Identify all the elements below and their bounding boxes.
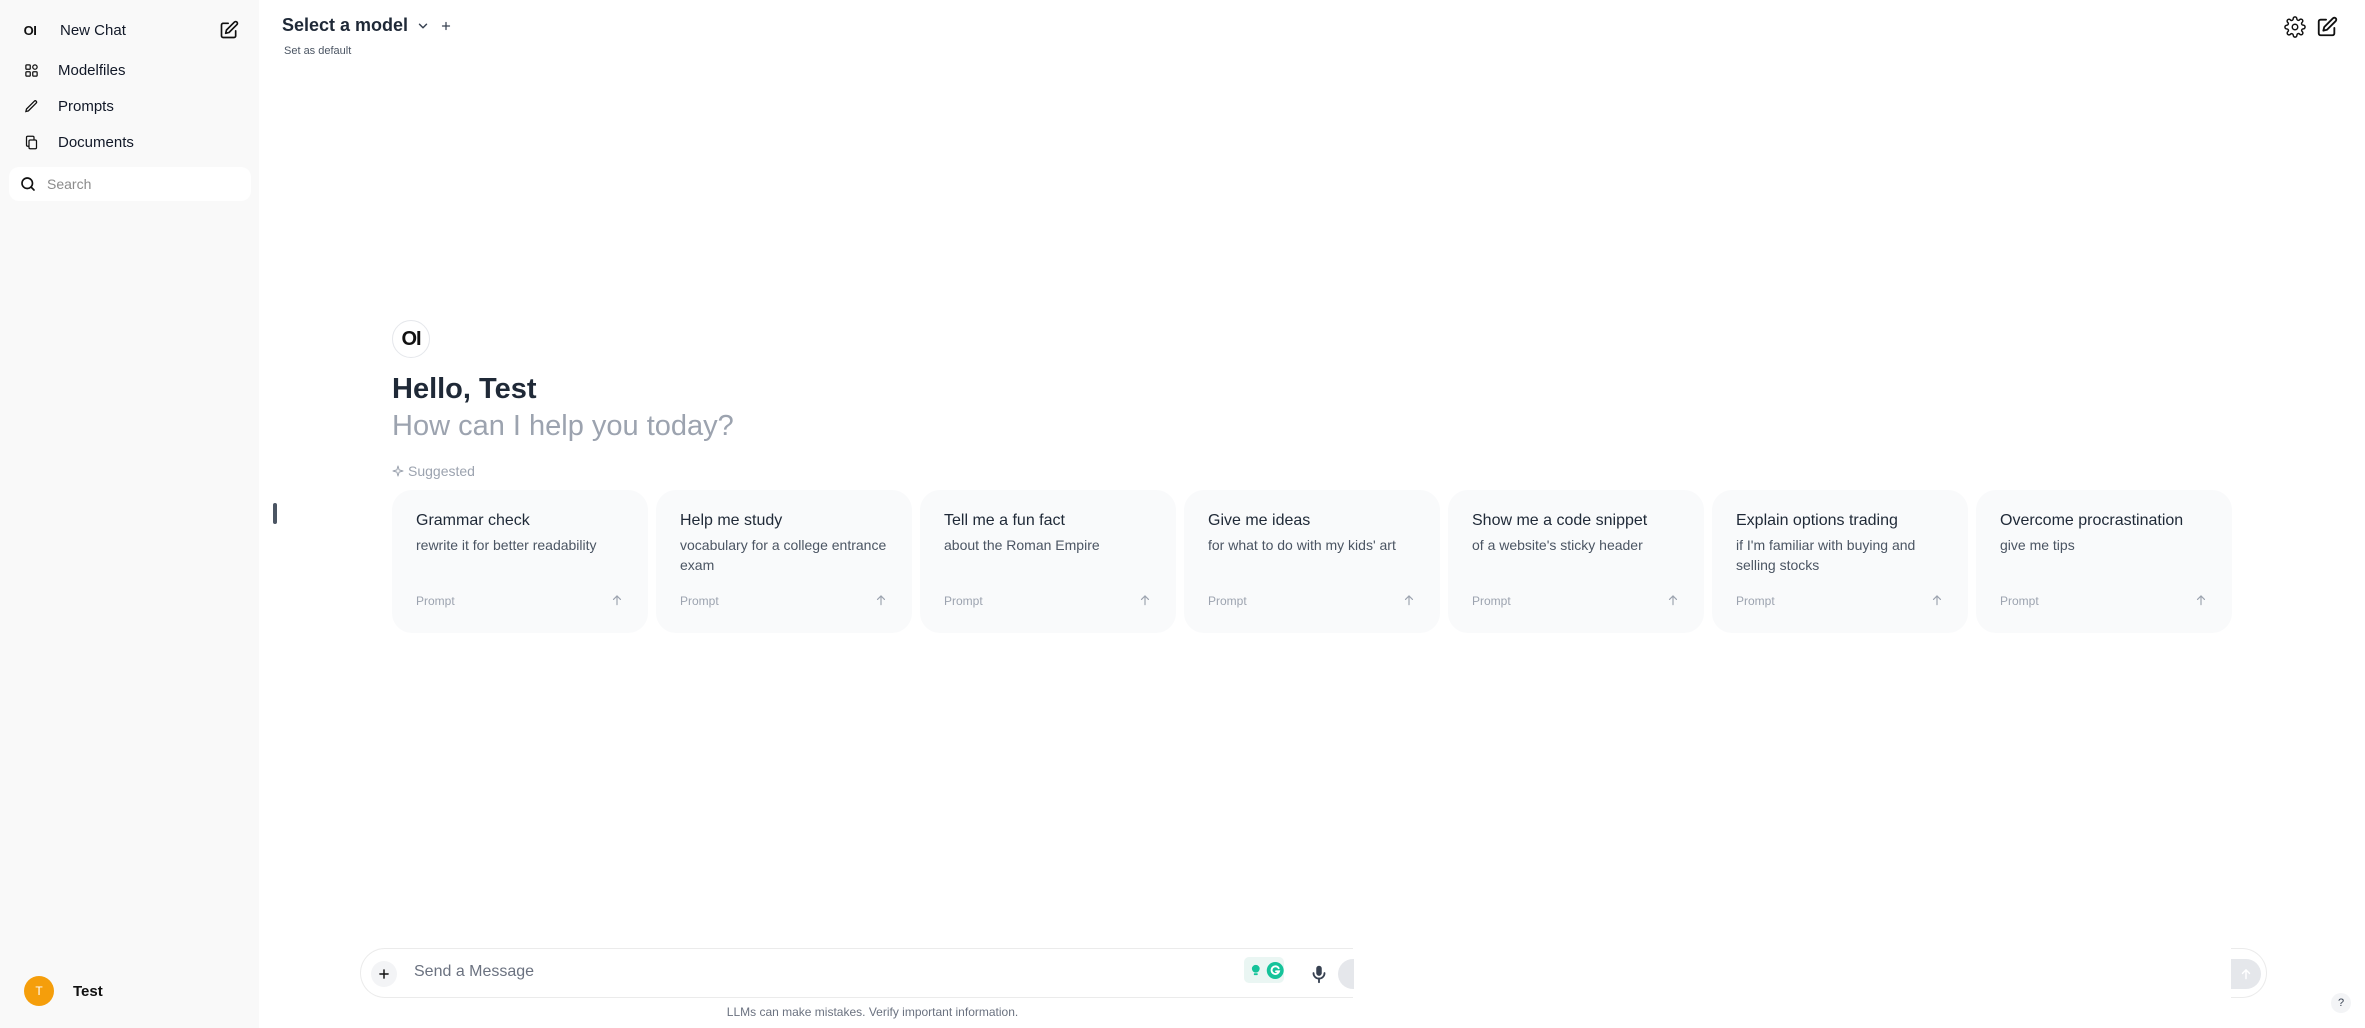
suggestion-card[interactable]: Grammar check rewrite it for better read… xyxy=(392,490,648,633)
message-composer-end xyxy=(2231,948,2267,998)
suggested-heading: Suggested xyxy=(392,463,475,479)
lightbulb-icon xyxy=(1251,964,1260,976)
message-input[interactable] xyxy=(414,963,1114,985)
suggestion-card[interactable]: Explain options trading if I'm familiar … xyxy=(1712,490,1968,633)
modelfiles-icon xyxy=(20,59,42,81)
suggestion-title: Overcome procrastination xyxy=(2000,512,2184,529)
suggestion-subtitle: vocabulary for a college entrance exam xyxy=(680,537,887,573)
suggestion-tag: Prompt xyxy=(1472,594,1511,608)
arrow-up-icon xyxy=(2241,968,2251,980)
suggestion-subtitle: about the Roman Empire xyxy=(944,537,1100,553)
suggestion-title: Tell me a fun fact xyxy=(944,512,1065,529)
suggestion-subtitle: if I'm familiar with buying and selling … xyxy=(1736,537,1916,573)
sidebar-item-label: Prompts xyxy=(58,97,114,115)
arrow-up-icon xyxy=(1404,595,1414,606)
suggestion-subtitle: rewrite it for better readability xyxy=(416,537,597,553)
set-as-default-link[interactable]: Set as default xyxy=(284,45,351,57)
suggestion-subtitle: of a website's sticky header xyxy=(1472,537,1643,553)
suggested-label: Suggested xyxy=(408,463,475,479)
suggestion-title: Show me a code snippet xyxy=(1472,512,1648,529)
arrow-up-icon xyxy=(612,595,622,606)
add-model-icon[interactable] xyxy=(440,20,452,32)
suggestion-subtitle: for what to do with my kids' art xyxy=(1208,537,1396,553)
gear-icon[interactable] xyxy=(2284,16,2306,38)
message-composer xyxy=(360,948,1354,998)
pencil-icon xyxy=(20,95,42,117)
app-logo: OI xyxy=(23,22,37,38)
suggestion-tag: Prompt xyxy=(416,594,455,608)
arrow-up-icon xyxy=(2196,595,2206,606)
suggestion-title: Grammar check xyxy=(416,512,530,529)
model-logo: OI xyxy=(392,320,430,358)
sidebar-item-label: Modelfiles xyxy=(58,61,126,79)
sidebar-item-label: Documents xyxy=(58,133,134,151)
grammarly-widget[interactable] xyxy=(1244,957,1284,983)
arrow-up-icon xyxy=(1140,595,1150,606)
suggestion-card[interactable]: Overcome procrastination give me tips Pr… xyxy=(1976,490,2232,633)
suggestion-title: Help me study xyxy=(680,512,783,529)
help-button[interactable]: ? xyxy=(2331,993,2351,1013)
grammarly-icon xyxy=(1266,961,1284,979)
sidebar-item-documents[interactable]: Documents xyxy=(9,125,251,159)
suggestion-title: Explain options trading xyxy=(1736,512,1898,529)
suggestion-tag: Prompt xyxy=(1736,594,1775,608)
chevron-down-icon[interactable] xyxy=(416,19,430,33)
new-chat-icon[interactable] xyxy=(2316,16,2338,38)
new-chat-label: New Chat xyxy=(60,21,126,39)
greeting-title: Hello, Test xyxy=(392,373,537,405)
send-button[interactable] xyxy=(2231,959,2261,989)
disclaimer-text: LLMs can make mistakes. Verify important… xyxy=(726,1005,1019,1019)
plus-icon xyxy=(379,969,389,979)
suggestion-card[interactable]: Give me ideas for what to do with my kid… xyxy=(1184,490,1440,633)
suggestion-subtitle: give me tips xyxy=(2000,537,2075,553)
send-button-fragment xyxy=(1338,959,1354,989)
suggestion-title: Give me ideas xyxy=(1208,512,1311,529)
sidebar-item-prompts[interactable]: Prompts xyxy=(9,89,251,123)
model-selector-button[interactable]: Select a model xyxy=(282,15,408,36)
search-input[interactable] xyxy=(47,176,237,192)
microphone-icon[interactable] xyxy=(1308,963,1330,985)
new-chat-button[interactable]: OI New Chat xyxy=(9,13,251,47)
sidebar-search xyxy=(9,167,251,201)
model-selector: Select a model xyxy=(282,15,452,36)
suggestion-card[interactable]: Show me a code snippet of a website's st… xyxy=(1448,490,1704,633)
suggestion-cards: Grammar check rewrite it for better read… xyxy=(392,490,2232,633)
arrow-up-icon xyxy=(1668,595,1678,606)
suggestion-tag: Prompt xyxy=(2000,594,2039,608)
sidebar: OI New Chat Modelfiles Prompts Documents… xyxy=(0,0,259,1028)
arrow-up-icon xyxy=(1932,595,1942,606)
arrow-up-icon xyxy=(876,595,886,606)
sidebar-item-modelfiles[interactable]: Modelfiles xyxy=(9,53,251,87)
greeting-subtitle: How can I help you today? xyxy=(392,410,734,442)
search-icon xyxy=(21,177,35,191)
sidebar-toggle-handle[interactable] xyxy=(273,503,277,524)
attach-button[interactable] xyxy=(371,961,397,987)
documents-icon xyxy=(20,131,42,153)
avatar: T xyxy=(24,976,54,1006)
user-name: Test xyxy=(73,982,103,1000)
new-chat-edit-icon[interactable] xyxy=(219,20,239,40)
user-menu[interactable]: T Test xyxy=(14,974,248,1008)
sparkle-icon xyxy=(392,465,404,477)
suggestion-card[interactable]: Help me study vocabulary for a college e… xyxy=(656,490,912,633)
suggestion-tag: Prompt xyxy=(1208,594,1247,608)
suggestion-tag: Prompt xyxy=(944,594,983,608)
suggestion-card[interactable]: Tell me a fun fact about the Roman Empir… xyxy=(920,490,1176,633)
suggestion-tag: Prompt xyxy=(680,594,719,608)
